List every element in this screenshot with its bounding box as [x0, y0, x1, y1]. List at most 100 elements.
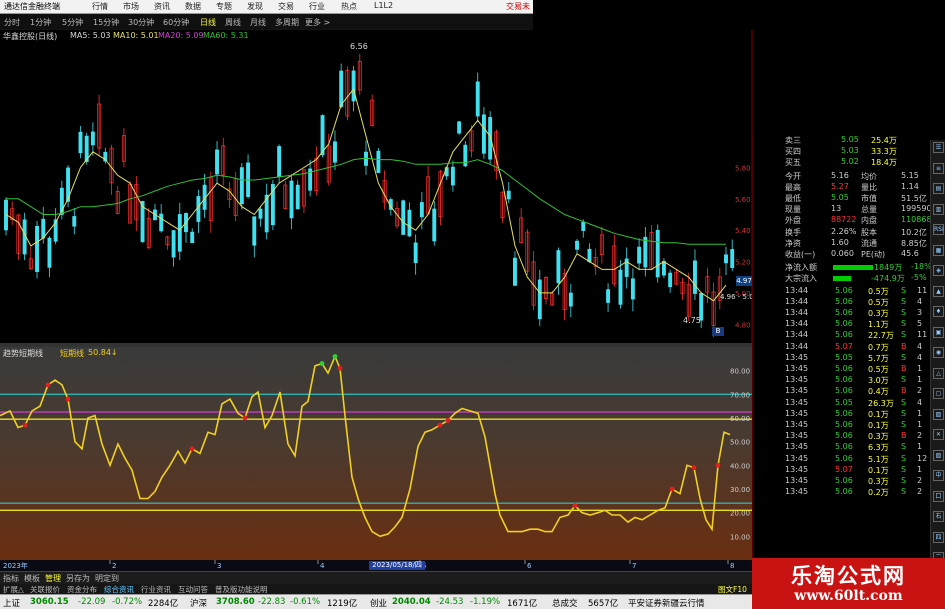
index-sh-value: 3060.15: [30, 597, 69, 607]
quote-panel: 卖三 5.05 25.4万 买四 5.03 33.3万 买五 5.02 18.4万 今开 5.16 均…: [752, 133, 932, 577]
tick-time: 13:44: [785, 308, 809, 317]
menu-item-l1l2[interactable]: L1L2: [374, 1, 393, 10]
period-tab-monthly[interactable]: 月线: [250, 17, 266, 28]
toolbar-icon[interactable]: 中: [933, 470, 944, 481]
app-title: 通达信金融终端: [4, 2, 60, 11]
stat-value: 88722: [831, 215, 857, 225]
tick-volume: 0.3万: [868, 432, 889, 442]
stat-value-2: 51.5亿: [901, 194, 927, 203]
toolbar-icon[interactable]: △: [933, 367, 944, 379]
index-hs-label[interactable]: 沪深: [190, 597, 207, 609]
toolbar-icon[interactable]: ✕: [933, 429, 944, 440]
toolbar-icon[interactable]: ▤: [933, 183, 944, 194]
toolbar-icon[interactable]: 口: [933, 490, 944, 502]
menu-item-行业[interactable]: 行业: [309, 1, 325, 12]
stat-label-2: PE(动): [861, 250, 886, 259]
toolbar-icon[interactable]: RSI: [933, 224, 944, 235]
indicator-name[interactable]: 趋势短期线: [3, 348, 43, 359]
period-tab-30min[interactable]: 30分钟: [128, 17, 154, 28]
candle-body: [351, 70, 356, 102]
main-chart-bg: [0, 30, 752, 343]
period-tab-15min[interactable]: 15分钟: [93, 17, 119, 28]
toolbar-icon[interactable]: ▨: [933, 449, 944, 461]
period-tab-more[interactable]: 更多 >: [305, 17, 330, 28]
month-tick-label: 4: [320, 562, 325, 570]
tab-pin[interactable]: 明定到: [95, 573, 119, 584]
toolbar-icon[interactable]: 四: [933, 531, 944, 543]
signal-dot: [242, 415, 248, 421]
flow-label: 净流入额: [785, 263, 817, 273]
toolbar-icon[interactable]: ◉: [933, 347, 944, 358]
tab-template[interactable]: 模板: [24, 573, 40, 584]
menu-item-市场[interactable]: 市场: [123, 1, 139, 12]
candle-body: [581, 221, 586, 231]
menu-item-资讯[interactable]: 资讯: [154, 1, 170, 12]
tick-time: 13:44: [785, 285, 809, 295]
month-tick-label: 8: [730, 562, 734, 570]
flow-pct: -5%: [911, 273, 927, 283]
period-tab-multi[interactable]: 多周期: [275, 17, 299, 28]
period-tab-1min[interactable]: 1分钟: [30, 17, 51, 28]
tab-save-as[interactable]: 另存为: [66, 573, 90, 584]
price-tick-label: 5.40: [735, 227, 751, 235]
candle-body: [513, 257, 517, 286]
candle-body: [196, 196, 201, 222]
period-tab-60min[interactable]: 60分钟: [163, 17, 189, 28]
flow-pct: -18%: [911, 262, 932, 272]
stat-value: 2.26%: [831, 226, 857, 236]
period-tab-daily[interactable]: 日线: [200, 17, 216, 28]
tick-direction: B: [901, 431, 907, 441]
toolbar-icon[interactable]: ▣: [933, 326, 944, 338]
low-price-label: 4.75: [683, 316, 701, 325]
toolbar-icon[interactable]: ▲: [933, 285, 944, 297]
menu-trade-status[interactable]: 交易未: [506, 1, 530, 12]
index-cy-label[interactable]: 创业: [370, 597, 387, 609]
tab-manage[interactable]: 管理: [45, 573, 61, 584]
tab-indicator[interactable]: 指标: [3, 573, 19, 584]
candle-body: [661, 261, 666, 276]
menu-item-发现[interactable]: 发现: [247, 1, 263, 12]
tick-time: 13:45: [785, 442, 809, 452]
flow-row: 净流入额 -1849万 -18%: [753, 262, 932, 273]
tick-volume: 0.1万: [868, 465, 889, 475]
broker-note[interactable]: 平安证券新疆云行情: [628, 597, 705, 609]
toolbar-icon[interactable]: 右: [933, 511, 944, 522]
toolbar-icon[interactable]: ♦: [933, 306, 944, 317]
toolbar-icon[interactable]: ▦: [933, 244, 944, 256]
side-toolbar: ☰≡▤▥RSI▦◈▲♦▣◉△▢▧✕▨中口右四二: [930, 140, 945, 580]
tick-count: 4: [917, 341, 923, 351]
candle-body: [637, 246, 642, 264]
candle-body: [78, 131, 83, 154]
pane-separator[interactable]: [0, 343, 752, 347]
y-tick-label: 40.00: [730, 462, 750, 470]
toolbar-icon[interactable]: ◈: [933, 265, 944, 276]
buy-marker: B: [712, 327, 724, 336]
menu-item-专题[interactable]: 专题: [216, 1, 232, 12]
period-tab-5min[interactable]: 5分钟: [62, 17, 83, 28]
high-price-label: 6.56: [350, 42, 368, 51]
tick-direction: S: [901, 442, 907, 452]
tick-row: 13:45 5.06 0.2万 S 2: [753, 487, 931, 498]
toolbar-icon[interactable]: ▥: [933, 203, 944, 215]
toolbar-icon[interactable]: ☰: [933, 142, 944, 153]
index-cy-amt: 1671亿: [507, 599, 538, 609]
tick-volume: 1.1万: [868, 320, 889, 330]
tick-volume: 0.5万: [868, 286, 889, 296]
stat-row: 外盘 88722 内盘 110868: [753, 215, 932, 226]
menu-item-数据[interactable]: 数据: [185, 1, 201, 12]
toolbar-icon[interactable]: ▧: [933, 408, 944, 420]
tick-time: 13:44: [785, 296, 809, 306]
period-tab-weekly[interactable]: 周线: [225, 17, 241, 28]
period-tab-分时[interactable]: 分时: [4, 17, 20, 28]
menu-item-交易[interactable]: 交易: [278, 1, 294, 12]
menu-item-行情[interactable]: 行情: [92, 1, 108, 12]
index-sh-label[interactable]: 上证: [3, 597, 20, 609]
toolbar-icon[interactable]: ≡: [933, 162, 944, 174]
flow-bar: [833, 276, 851, 282]
stat-label-2: 总量: [861, 205, 877, 215]
flow-value: -474.9万: [871, 274, 905, 284]
menu-item-热点[interactable]: 热点: [341, 1, 357, 12]
toolbar-icon[interactable]: ▢: [933, 388, 944, 399]
tick-price: 5.06: [835, 431, 853, 441]
stat-label: 净资: [785, 238, 801, 248]
